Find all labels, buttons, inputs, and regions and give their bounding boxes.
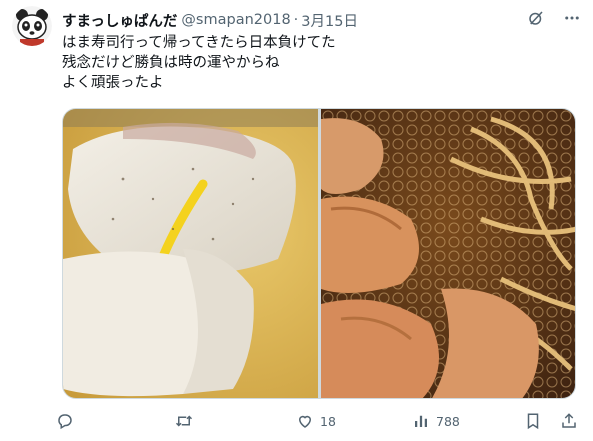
share-button[interactable] <box>560 412 580 430</box>
panda-avatar-icon <box>12 6 52 46</box>
separator-dot: · <box>293 12 299 28</box>
display-name[interactable]: すまっしゅぱんだ <box>62 10 177 31</box>
tweet-line: 残念だけど勝負は時の運やからね <box>62 55 280 71</box>
tweet-text: はま寿司行って帰ってきたら日本負けてた 残念だけど勝負は時の運やからね よく頑張… <box>62 33 572 93</box>
views-button[interactable]: 788 <box>412 412 524 430</box>
media-grid <box>62 108 576 399</box>
views-icon <box>412 412 430 430</box>
action-bar: 18 788 <box>56 408 580 434</box>
ramen-photo[interactable] <box>320 109 575 398</box>
bookmark-icon <box>524 412 542 430</box>
avatar[interactable] <box>12 6 52 46</box>
more-icon[interactable] <box>563 9 581 31</box>
reply-button[interactable] <box>56 412 174 430</box>
like-count: 18 <box>320 413 336 429</box>
like-button[interactable]: 18 <box>296 412 412 430</box>
tweet-line: よく頑張ったよ <box>62 75 164 91</box>
retweet-icon <box>174 412 194 430</box>
tweet-date[interactable]: 3月15日 <box>301 10 358 31</box>
like-icon <box>296 412 314 430</box>
tweet-line: はま寿司行って帰ってきたら日本負けてた <box>62 35 336 51</box>
view-count: 788 <box>436 413 460 429</box>
user-handle[interactable]: @smapan2018 <box>181 12 290 28</box>
retweet-button[interactable] <box>174 412 296 430</box>
share-icon <box>560 412 578 430</box>
tweet-header: すまっしゅぱんだ @smapan2018 · 3月15日 <box>62 10 581 30</box>
bookmark-button[interactable] <box>524 412 560 430</box>
reply-icon <box>56 412 74 430</box>
sushi-photo[interactable] <box>63 109 318 398</box>
grok-icon[interactable] <box>527 9 545 31</box>
